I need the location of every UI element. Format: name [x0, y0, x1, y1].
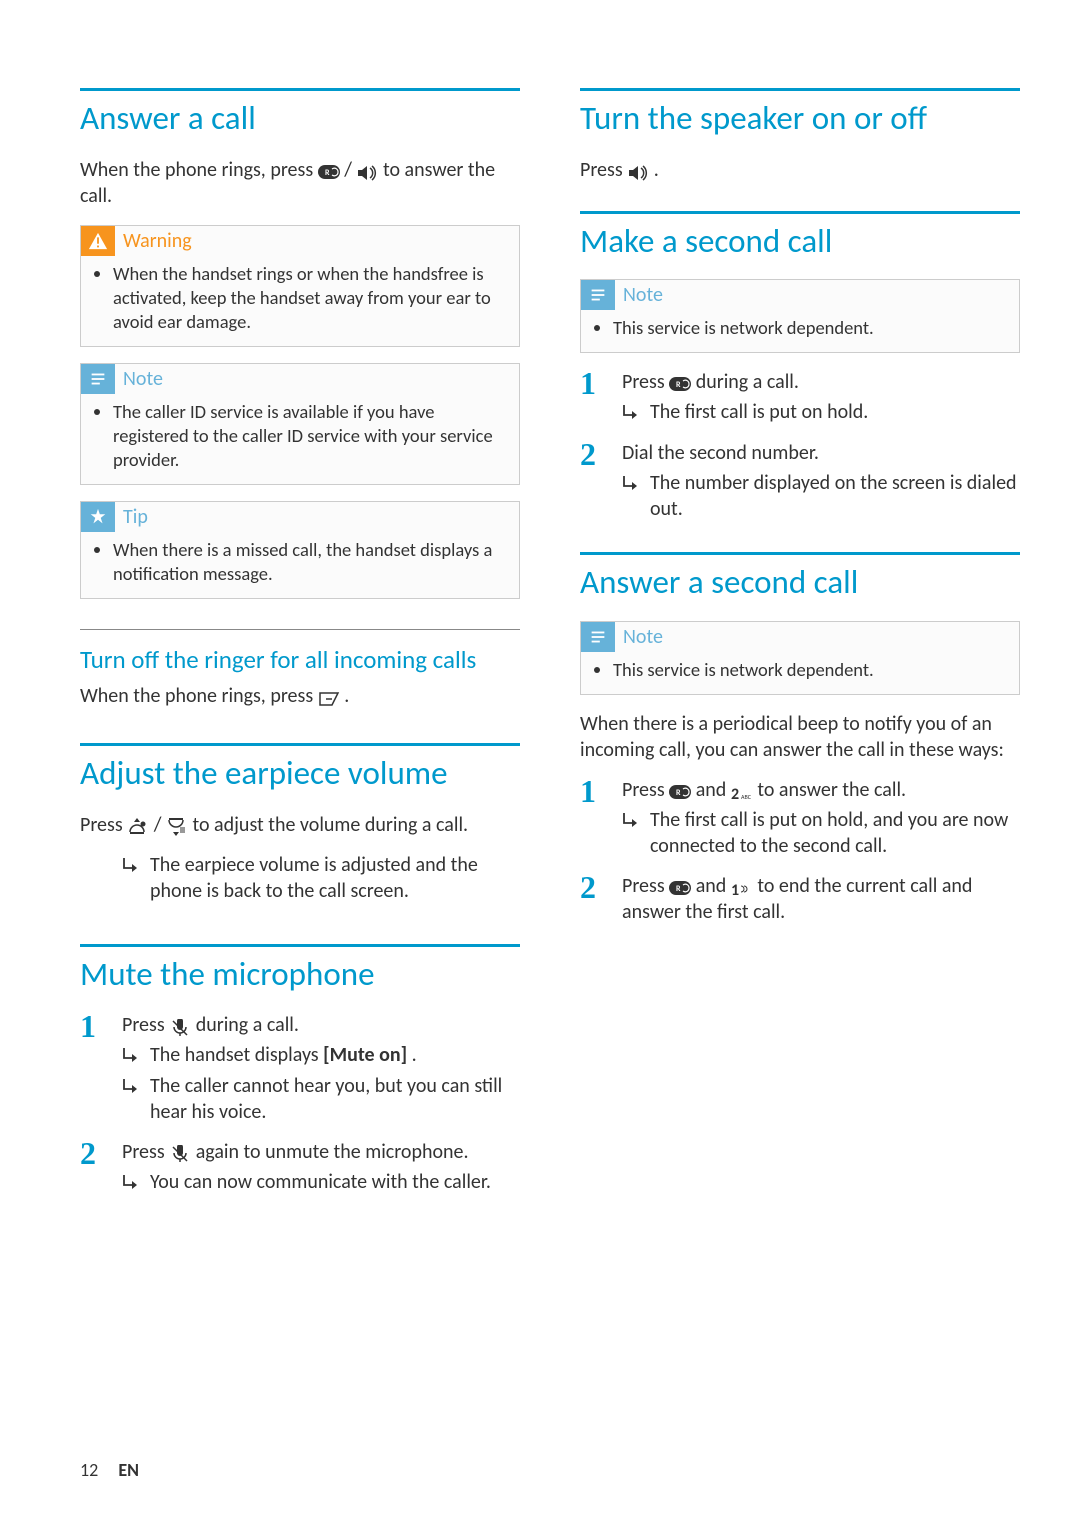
text: to answer the call. [757, 778, 906, 802]
tip-callout: Tip When there is a missed call, the han… [80, 501, 520, 599]
talk-key-icon [669, 782, 691, 800]
mute-icon [169, 1018, 191, 1036]
note-text: This service is network dependent. [613, 658, 1005, 682]
speaker-icon [627, 162, 649, 180]
text: Press [622, 370, 669, 394]
note-icon [81, 364, 115, 394]
result-arrow-icon [122, 1077, 140, 1100]
key-2-icon [731, 782, 753, 800]
note-icon [581, 280, 615, 310]
vol-down-icon [166, 817, 188, 835]
heading-mute-mic: Mute the microphone [80, 944, 520, 995]
answer-second-step-2: Press and to end the current call and an… [580, 873, 1020, 925]
text: . [412, 1043, 417, 1067]
answer-call-intro: When the phone rings, press / to answer … [80, 157, 520, 209]
note-text: This service is network dependent. [613, 316, 1005, 340]
text: The handset displays [150, 1043, 323, 1067]
warning-icon [81, 226, 115, 256]
text: / [154, 813, 166, 837]
result-arrow-icon [122, 856, 140, 879]
text: Press [122, 1140, 169, 1164]
language-code: EN [118, 1459, 139, 1481]
make-second-step-1: Press during a call. The first call is p… [580, 369, 1020, 426]
make-second-step1-result: The first call is put on hold. [622, 399, 1020, 426]
warning-text: When the handset rings or when the hands… [113, 262, 505, 334]
text: When the phone rings, press [80, 684, 318, 708]
adjust-volume-result: The earpiece volume is adjusted and the … [122, 852, 520, 904]
warning-callout: Warning When the handset rings or when t… [80, 225, 520, 347]
tip-icon [81, 502, 115, 532]
result-arrow-icon [622, 811, 640, 834]
mute-step-1: Press during a call. The handset display… [80, 1012, 520, 1125]
answer-second-step1-result: The first call is put on hold, and you a… [622, 807, 1020, 859]
note-label: Note [623, 283, 663, 307]
heading-answer-call: Answer a call [80, 88, 520, 139]
result-arrow-icon [622, 403, 640, 426]
text: The number displayed on the screen is di… [650, 470, 1020, 522]
text: to adjust the volume during a call. [192, 813, 468, 837]
note-label: Note [623, 625, 663, 649]
text: during a call. [196, 1013, 299, 1037]
heading-make-second-call: Make a second call [580, 211, 1020, 262]
tip-text: When there is a missed call, the handset… [113, 538, 505, 586]
mute-step1-result1: The handset displays [Mute on] . [122, 1042, 520, 1069]
speaker-icon [356, 162, 378, 180]
result-arrow-icon [622, 474, 640, 497]
text: during a call. [696, 370, 799, 394]
text: again to unmute the microphone. [196, 1140, 469, 1164]
make-second-step-2: Dial the second number. The number displ… [580, 440, 1020, 522]
mute-step1-result2: The caller cannot hear you, but you can … [122, 1073, 520, 1125]
text: Press [622, 874, 669, 898]
note-label: Note [123, 367, 163, 391]
text: You can now communicate with the caller. [150, 1169, 491, 1195]
note-callout: Note This service is network dependent. [580, 621, 1020, 695]
key-1-icon [731, 878, 753, 896]
answer-second-step-1: Press and to answer the call. The first … [580, 777, 1020, 859]
mute-step2-result: You can now communicate with the caller. [122, 1169, 520, 1196]
page-number: 12 [80, 1459, 98, 1481]
note-icon [581, 622, 615, 652]
text: and [696, 874, 731, 898]
text: The first call is put on hold, and you a… [650, 807, 1020, 859]
talk-key-icon [318, 162, 340, 180]
speaker-text: Press . [580, 157, 1020, 183]
note-text: The caller ID service is available if yo… [113, 400, 505, 472]
talk-key-icon [669, 374, 691, 392]
text: When the phone rings, press [80, 158, 318, 182]
mute-step-2: Press again to unmute the microphone. Yo… [80, 1139, 520, 1196]
text: Press [80, 813, 127, 837]
text: Press [580, 158, 627, 182]
mute-on-label: [Mute on] [323, 1043, 407, 1067]
heading-ringer-off: Turn off the ringer for all incoming cal… [80, 629, 520, 675]
text: . [344, 684, 349, 708]
adjust-volume-text: Press / to adjust the volume during a ca… [80, 812, 520, 838]
ringer-off-text: When the phone rings, press . [80, 683, 520, 709]
text: and [696, 778, 731, 802]
result-arrow-icon [122, 1173, 140, 1196]
end-key-icon [318, 688, 340, 706]
text: The earpiece volume is adjusted and the … [150, 852, 520, 904]
text: The first call is put on hold. [650, 399, 868, 425]
note-callout: Note This service is network dependent. [580, 279, 1020, 353]
vol-up-icon [127, 817, 149, 835]
answer-second-intro: When there is a periodical beep to notif… [580, 711, 1020, 763]
result-arrow-icon [122, 1046, 140, 1069]
tip-label: Tip [123, 505, 148, 529]
text: The caller cannot hear you, but you can … [150, 1073, 520, 1125]
text: Dial the second number. [622, 441, 819, 465]
text: Press [122, 1013, 169, 1037]
warning-label: Warning [123, 229, 192, 253]
talk-key-icon [669, 878, 691, 896]
note-callout: Note The caller ID service is available … [80, 363, 520, 485]
text: Press [622, 778, 669, 802]
make-second-step2-result: The number displayed on the screen is di… [622, 470, 1020, 522]
heading-speaker: Turn the speaker on or off [580, 88, 1020, 139]
text: / [344, 158, 356, 182]
mute-icon [169, 1144, 191, 1162]
heading-answer-second-call: Answer a second call [580, 552, 1020, 603]
text: . [654, 158, 659, 182]
page-footer: 12 EN [80, 1459, 139, 1481]
heading-adjust-volume: Adjust the earpiece volume [80, 743, 520, 794]
